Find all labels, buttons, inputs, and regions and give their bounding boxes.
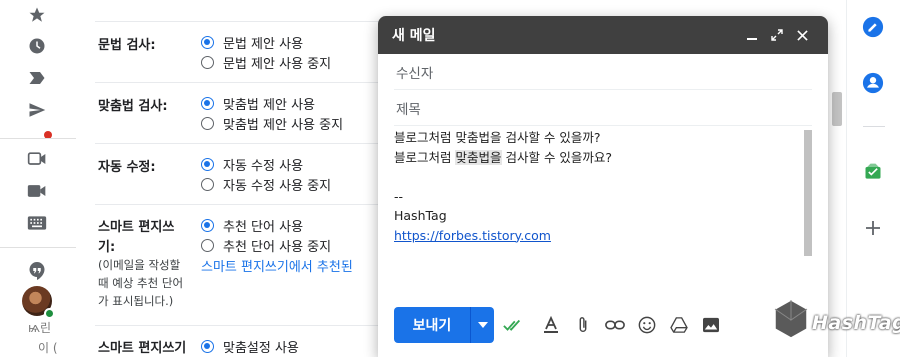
radio-selected[interactable]: [201, 340, 214, 353]
autocorrect-setting-label: 자동 수정:: [98, 160, 156, 175]
smart-compose-personal-label: 스마트 편지쓰기: [98, 341, 187, 356]
smart-compose-off-option[interactable]: 추천 단어 사용 중지: [201, 236, 331, 255]
snoozed-clock-icon[interactable]: [26, 35, 48, 57]
radio-selected[interactable]: [201, 97, 214, 110]
important-label-icon[interactable]: [26, 67, 48, 89]
autocorrect-on-option[interactable]: 자동 수정 사용: [201, 155, 303, 174]
radio-unselected[interactable]: [201, 178, 214, 191]
radio-selected[interactable]: [201, 36, 214, 49]
rail-divider: [0, 247, 76, 248]
spelling-on-option[interactable]: 맞춤법 제안 사용: [201, 94, 315, 113]
subject-field[interactable]: 제목: [394, 90, 812, 126]
compose-header: 새 메일: [378, 16, 828, 54]
hangouts-icon[interactable]: [26, 260, 48, 282]
setting-divider: [95, 204, 395, 205]
setting-divider: [95, 82, 395, 83]
sent-icon[interactable]: [26, 99, 48, 121]
grammar-on-option[interactable]: 문법 제안 사용: [201, 33, 303, 52]
body-line: 블로그처럼 맞춤법을 검사할 수 있을까요?: [394, 149, 613, 165]
grammar-setting-label: 문법 검사:: [98, 38, 156, 53]
hashtag-watermark-logo: HashTag: [772, 298, 900, 348]
send-button[interactable]: 보내기: [394, 307, 470, 343]
attach-file-icon[interactable]: [570, 312, 596, 338]
grammar-off-option[interactable]: 문법 제안 사용 중지: [201, 53, 331, 72]
compose-toolbar: 보내기: [394, 307, 724, 343]
formatting-options-icon[interactable]: [538, 312, 564, 338]
online-status-dot: [44, 308, 55, 319]
addon-icon[interactable]: [861, 160, 885, 184]
signature-separator: --: [394, 188, 404, 204]
add-addon-plus-icon[interactable]: [861, 216, 885, 240]
minimize-icon[interactable]: [740, 23, 764, 47]
fullscreen-icon[interactable]: [765, 23, 789, 47]
smart-compose-label-line2: 기:: [98, 240, 116, 255]
insert-emoji-icon[interactable]: [634, 312, 660, 338]
watermark-text: HashTag: [812, 312, 900, 334]
google-drive-icon[interactable]: [666, 312, 692, 338]
compose-window: 새 메일 수신자 제목 블로그처럼 맞춤법을 검사할 수 있을까? 블로그처럼 …: [378, 16, 828, 357]
rail-hint-text: ѩ린: [28, 321, 52, 335]
spelling-highlight[interactable]: 맞춤법을: [455, 149, 502, 165]
page-scrollbar-thumb[interactable]: [832, 92, 842, 126]
message-body[interactable]: 블로그처럼 맞춤법을 검사할 수 있을까? 블로그처럼 맞춤법을 검사할 수 있…: [394, 128, 814, 293]
radio-unselected[interactable]: [201, 56, 214, 69]
spelling-setting-label: 맞춤법 검사:: [98, 99, 168, 114]
setting-divider: [95, 143, 395, 144]
contacts-icon[interactable]: [861, 71, 885, 95]
smart-compose-personal-on-option[interactable]: 맞춤설정 사용: [201, 337, 299, 356]
video-camera-icon[interactable]: [26, 180, 48, 202]
radio-unselected[interactable]: [201, 239, 214, 252]
smart-compose-label-line1: 스마트 편지쓰: [98, 220, 175, 235]
setting-divider: [95, 325, 395, 326]
insert-photo-icon[interactable]: [698, 312, 724, 338]
radio-unselected[interactable]: [201, 117, 214, 130]
rail-divider: [0, 138, 76, 139]
send-options-chevron-icon[interactable]: [470, 307, 494, 343]
signature-link[interactable]: https://forbes.tistory.com: [394, 228, 551, 243]
smart-compose-feedback-link[interactable]: 스마트 편지쓰기에서 추천된: [201, 256, 353, 275]
body-scrollbar[interactable]: [804, 130, 812, 256]
smart-compose-on-option[interactable]: 추천 단어 사용: [201, 216, 303, 235]
close-icon[interactable]: [790, 23, 814, 47]
insert-link-icon[interactable]: [602, 312, 628, 338]
setting-divider: [95, 21, 395, 22]
starred-icon[interactable]: [26, 4, 48, 26]
smart-compose-description: (이메일을 작성할 때 예상 추천 단어 가 표시됩니다.): [98, 258, 184, 308]
grammarly-check-icon[interactable]: [500, 312, 526, 338]
recipients-field[interactable]: 수신자: [394, 54, 812, 90]
autocorrect-off-option[interactable]: 자동 수정 사용 중지: [201, 175, 331, 194]
subject-placeholder: 제목: [396, 101, 421, 118]
radio-selected[interactable]: [201, 219, 214, 232]
body-line: 블로그처럼 맞춤법을 검사할 수 있을까?: [394, 130, 601, 145]
tasks-icon[interactable]: [861, 15, 885, 39]
left-navigation-rail: ѩ린 이 (: [0, 0, 76, 357]
side-divider: [863, 126, 885, 127]
radio-selected[interactable]: [201, 158, 214, 171]
signature-name: HashTag: [394, 208, 447, 223]
spelling-off-option[interactable]: 맞춤법 제안 사용 중지: [201, 114, 343, 133]
rail-hint-text: 이 (: [38, 341, 58, 355]
compose-title: 새 메일: [392, 28, 436, 44]
keyboard-icon[interactable]: [26, 212, 48, 234]
new-meeting-icon[interactable]: [26, 148, 48, 170]
recipients-placeholder: 수신자: [396, 65, 434, 82]
